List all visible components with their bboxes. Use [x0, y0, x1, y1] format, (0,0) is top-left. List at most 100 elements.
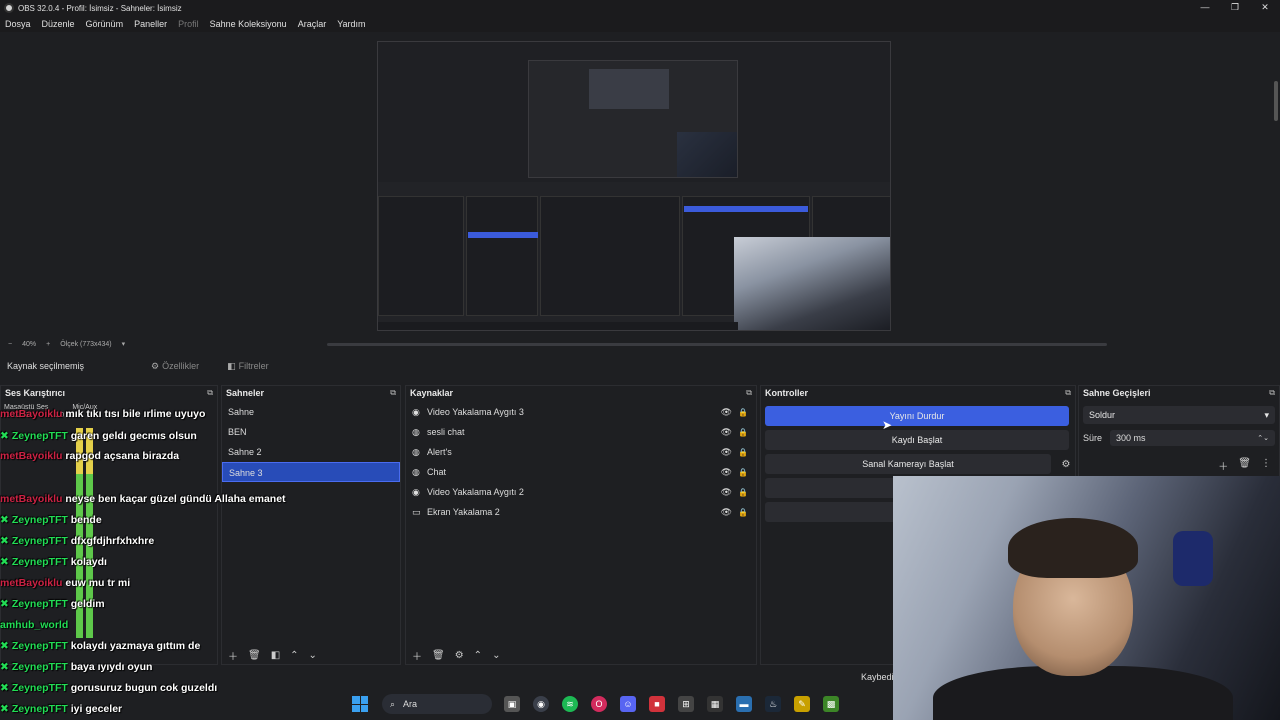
app-yellow-icon[interactable]: ✎: [794, 696, 810, 712]
move-down-icon[interactable]: ⌄: [492, 650, 500, 661]
file-explorer-icon[interactable]: ▬: [736, 696, 752, 712]
undock-icon[interactable]: ⧉: [1269, 388, 1275, 398]
source-toolbar: Kaynak seçilmemiş ⚙ Özellikler ◧ Filtreler: [0, 355, 1280, 377]
minecraft-icon[interactable]: ▩: [823, 696, 839, 712]
controls-title: Kontroller: [765, 388, 809, 398]
zoom-level: 40%: [22, 340, 37, 348]
source-item[interactable]: ◍ Chat 👁 🔒: [406, 462, 756, 482]
lock-icon[interactable]: 🔒: [738, 488, 748, 497]
chat-message: ✖ ZeynepTFT iyi geceler: [0, 703, 122, 715]
duration-input[interactable]: 300 ms ⌃⌄: [1110, 430, 1275, 446]
gear-icon[interactable]: ⚙: [455, 650, 464, 661]
undock-icon[interactable]: ⧉: [390, 388, 396, 398]
badge-icon: ✖: [0, 682, 9, 694]
menu-docks[interactable]: Paneller: [134, 19, 167, 29]
eye-icon[interactable]: 👁: [721, 487, 732, 498]
preview-canvas[interactable]: [377, 41, 891, 331]
audio-mixer-title: Ses Karıştırıcı: [5, 388, 66, 398]
taskbar-search[interactable]: ⌕ Ara: [382, 694, 492, 714]
zoom-in-icon[interactable]: +: [46, 341, 50, 348]
webcam-headset: [1173, 531, 1213, 586]
eye-icon[interactable]: 👁: [721, 467, 732, 478]
source-item[interactable]: ◉ Video Yakalama Aygıtı 3 👁 🔒: [406, 402, 756, 422]
source-item[interactable]: ▭ Ekran Yakalama 2 👁 🔒: [406, 502, 756, 522]
discord-icon[interactable]: ☺: [620, 696, 636, 712]
eye-icon[interactable]: 👁: [721, 447, 732, 458]
start-virtual-camera-button[interactable]: Sanal Kamerayı Başlat: [765, 454, 1051, 474]
add-icon[interactable]: ＋: [1218, 458, 1228, 473]
more-icon[interactable]: ⋮: [1261, 458, 1271, 473]
scale-dropdown-icon[interactable]: ▾: [122, 340, 126, 348]
browser-icon: ◍: [412, 446, 420, 457]
menu-file[interactable]: Dosya: [5, 19, 31, 29]
lock-icon[interactable]: 🔒: [738, 508, 748, 517]
source-item[interactable]: ◉ Video Yakalama Aygıtı 2 👁 🔒: [406, 482, 756, 502]
lock-icon[interactable]: 🔒: [738, 468, 748, 477]
spotify-icon[interactable]: ≋: [562, 696, 578, 712]
add-icon[interactable]: ＋: [412, 648, 422, 663]
trash-icon[interactable]: 🗑: [432, 650, 445, 661]
chat-username: ZeynepTFT: [11, 661, 68, 673]
badge-icon: ✖: [0, 430, 9, 442]
chat-username: metBayoiklu: [0, 493, 63, 505]
undock-icon[interactable]: ⧉: [746, 388, 752, 398]
preview-nested-mini: [589, 69, 669, 109]
windows-start-icon[interactable]: [352, 696, 368, 712]
undock-icon[interactable]: ⧉: [207, 388, 213, 398]
preview-horizontal-scrollbar[interactable]: [327, 343, 1107, 346]
spinner-icon[interactable]: ⌃⌄: [1257, 434, 1269, 442]
move-up-icon[interactable]: ⌃: [474, 650, 482, 661]
transitions-body: Soldur ▾ Süre 300 ms ⌃⌄: [1079, 402, 1279, 446]
filters-button[interactable]: ◧ Filtreler: [227, 361, 269, 372]
chat-username: ZeynepTFT: [11, 598, 68, 610]
eye-icon[interactable]: 👁: [721, 407, 732, 418]
eye-icon[interactable]: 👁: [721, 427, 732, 438]
chat-message: ✖ ZeynepTFT geldim: [0, 598, 105, 610]
app-red-icon[interactable]: ■: [649, 696, 665, 712]
start-recording-button[interactable]: Kaydı Başlat: [765, 430, 1069, 450]
lock-icon[interactable]: 🔒: [738, 428, 748, 437]
store-icon[interactable]: ⊞: [678, 696, 694, 712]
scenes-title: Sahneler: [226, 388, 265, 398]
menu-help[interactable]: Yardım: [337, 19, 365, 29]
obs-logo-icon: [4, 3, 14, 13]
stop-streaming-button[interactable]: Yayını Durdur: [765, 406, 1069, 426]
menu-tools[interactable]: Araçlar: [298, 19, 327, 29]
menu-profile[interactable]: Profil: [178, 19, 199, 29]
transition-selected: Soldur: [1089, 410, 1116, 420]
chat-username: ZeynepTFT: [11, 514, 68, 526]
lock-icon[interactable]: 🔒: [738, 408, 748, 417]
transitions-header: Sahne Geçişleri ⧉: [1079, 386, 1279, 400]
eye-icon[interactable]: 👁: [721, 507, 732, 518]
menu-scene-collection[interactable]: Sahne Koleksiyonu: [210, 19, 287, 29]
close-button[interactable]: ✕: [1250, 0, 1280, 16]
minimize-button[interactable]: —: [1190, 0, 1220, 16]
badge-icon: ✖: [0, 661, 9, 673]
badge-icon: ✖: [0, 598, 9, 610]
opera-icon[interactable]: O: [591, 696, 607, 712]
preview-scrollbar[interactable]: [1274, 81, 1278, 121]
lock-icon[interactable]: 🔒: [738, 448, 748, 457]
steam-icon[interactable]: ♨: [765, 696, 781, 712]
preview-area[interactable]: [0, 33, 1280, 337]
obs-taskbar-icon[interactable]: ◉: [533, 696, 549, 712]
transition-select[interactable]: Soldur ▾: [1083, 406, 1275, 424]
trash-icon[interactable]: 🗑: [1238, 458, 1251, 473]
sources-title: Kaynaklar: [410, 388, 454, 398]
menu-edit[interactable]: Düzenle: [42, 19, 75, 29]
maximize-button[interactable]: ❐: [1220, 0, 1250, 16]
gear-icon[interactable]: ⚙: [1057, 459, 1075, 470]
app-icon[interactable]: ▦: [707, 696, 723, 712]
zoom-out-icon[interactable]: −: [8, 341, 12, 348]
chat-text: gorusuruz bugun cok guzeldı: [70, 682, 218, 694]
source-item[interactable]: ◍ sesli chat 👁 🔒: [406, 422, 756, 442]
properties-button[interactable]: ⚙ Özellikler: [151, 361, 199, 372]
menu-view[interactable]: Görünüm: [86, 19, 124, 29]
source-item[interactable]: ◍ Alert's 👁 🔒: [406, 442, 756, 462]
chat-username: ZeynepTFT: [11, 556, 68, 568]
scale-label: Ölçek (773x434): [60, 340, 112, 348]
preview-nested-docks: [378, 182, 890, 330]
undock-icon[interactable]: ⧉: [1065, 388, 1071, 398]
chat-text: kolaydı yazmaya gıttım de: [70, 640, 201, 652]
task-view-icon[interactable]: ▣: [504, 696, 520, 712]
